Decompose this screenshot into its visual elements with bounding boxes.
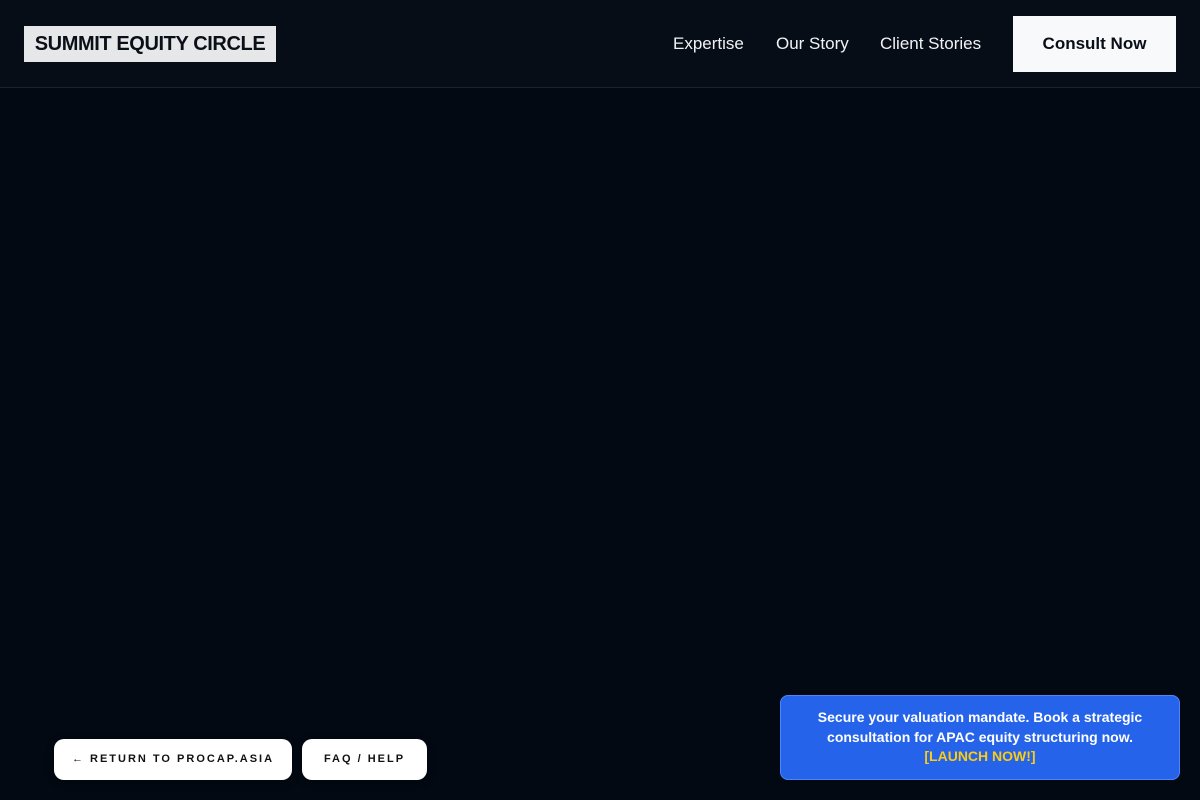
nav-link-expertise[interactable]: Expertise	[673, 34, 744, 54]
brand-logo[interactable]: SUMMIT EQUITY CIRCLE	[24, 26, 276, 62]
main-content	[0, 89, 1200, 800]
launch-now-link[interactable]: [LAUNCH NOW!]	[924, 748, 1035, 764]
site-header: SUMMIT EQUITY CIRCLE Expertise Our Story…	[0, 0, 1200, 88]
return-to-procap-button[interactable]: ← RETURN TO PROCAP.ASIA	[54, 739, 292, 780]
promo-banner: Secure your valuation mandate. Book a st…	[780, 695, 1180, 780]
nav-link-client-stories[interactable]: Client Stories	[880, 34, 981, 54]
nav-link-our-story[interactable]: Our Story	[776, 34, 849, 54]
promo-message: Secure your valuation mandate. Book a st…	[817, 709, 1143, 745]
consult-now-button[interactable]: Consult Now	[1013, 16, 1176, 72]
faq-help-button[interactable]: FAQ / HELP	[302, 739, 427, 780]
